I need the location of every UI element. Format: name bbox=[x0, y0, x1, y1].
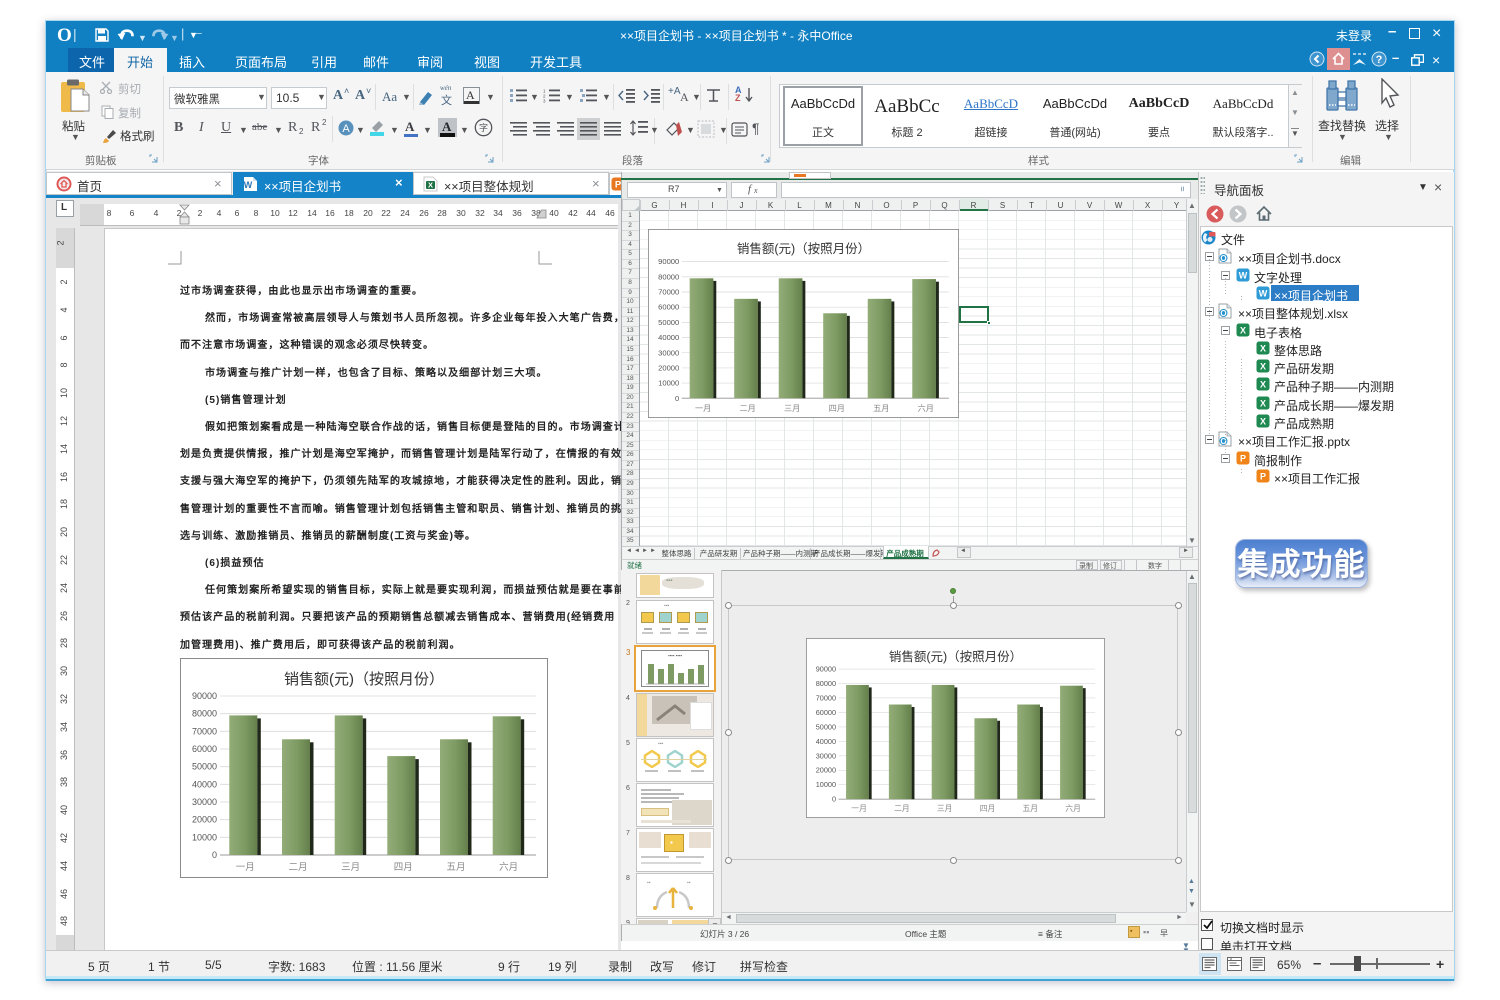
svg-text:20000: 20000 bbox=[658, 363, 679, 372]
svg-text:10000: 10000 bbox=[816, 780, 836, 789]
svg-text:60000: 60000 bbox=[658, 303, 679, 312]
svg-text:80000: 80000 bbox=[192, 709, 217, 719]
svg-text:P: P bbox=[1240, 453, 1246, 463]
svg-text:X: X bbox=[1260, 417, 1266, 427]
svg-text:W: W bbox=[1259, 288, 1268, 298]
svg-text:0: 0 bbox=[212, 850, 217, 860]
svg-text:10000: 10000 bbox=[658, 379, 679, 388]
svg-text:X: X bbox=[1240, 325, 1246, 335]
svg-text:50000: 50000 bbox=[658, 318, 679, 327]
svg-text:字: 字 bbox=[479, 122, 488, 133]
svg-text:30000: 30000 bbox=[192, 797, 217, 807]
svg-text:3: 3 bbox=[543, 99, 546, 104]
svg-text:70000: 70000 bbox=[658, 287, 679, 296]
svg-text:70000: 70000 bbox=[816, 693, 836, 702]
svg-text:W: W bbox=[1239, 270, 1248, 280]
svg-text:60000: 60000 bbox=[192, 744, 217, 754]
svg-text:▪▪▪▪ ▪▪▪▪: ▪▪▪▪ ▪▪▪▪ bbox=[668, 653, 682, 658]
svg-text:X: X bbox=[428, 181, 433, 190]
svg-text:30000: 30000 bbox=[658, 348, 679, 357]
svg-text:80000: 80000 bbox=[816, 679, 836, 688]
svg-text:0: 0 bbox=[832, 795, 836, 804]
svg-text:20000: 20000 bbox=[816, 766, 836, 775]
svg-text:90000: 90000 bbox=[816, 665, 836, 674]
svg-text:X: X bbox=[1260, 343, 1266, 353]
svg-text:X: X bbox=[1260, 398, 1266, 408]
svg-text:O: O bbox=[1220, 254, 1226, 263]
svg-text:40000: 40000 bbox=[192, 779, 217, 789]
svg-text:50000: 50000 bbox=[192, 762, 217, 772]
svg-text:P: P bbox=[1260, 471, 1266, 481]
svg-text:80000: 80000 bbox=[658, 272, 679, 281]
svg-text:A: A bbox=[342, 123, 350, 135]
svg-text:O: O bbox=[1220, 309, 1226, 318]
svg-text:0: 0 bbox=[675, 394, 679, 403]
svg-text:?: ? bbox=[1376, 54, 1383, 66]
svg-text:40000: 40000 bbox=[658, 333, 679, 342]
svg-text:30000: 30000 bbox=[816, 751, 836, 760]
svg-text:X: X bbox=[1260, 380, 1266, 390]
svg-text:70000: 70000 bbox=[192, 726, 217, 736]
svg-text:X: X bbox=[1260, 362, 1266, 372]
svg-text:20000: 20000 bbox=[192, 815, 217, 825]
svg-text:60000: 60000 bbox=[816, 708, 836, 717]
svg-text:W: W bbox=[244, 180, 253, 190]
svg-text:90000: 90000 bbox=[658, 257, 679, 266]
svg-text:90000: 90000 bbox=[192, 691, 217, 701]
svg-text:50000: 50000 bbox=[816, 722, 836, 731]
svg-text:10000: 10000 bbox=[192, 832, 217, 842]
svg-text:40000: 40000 bbox=[816, 737, 836, 746]
